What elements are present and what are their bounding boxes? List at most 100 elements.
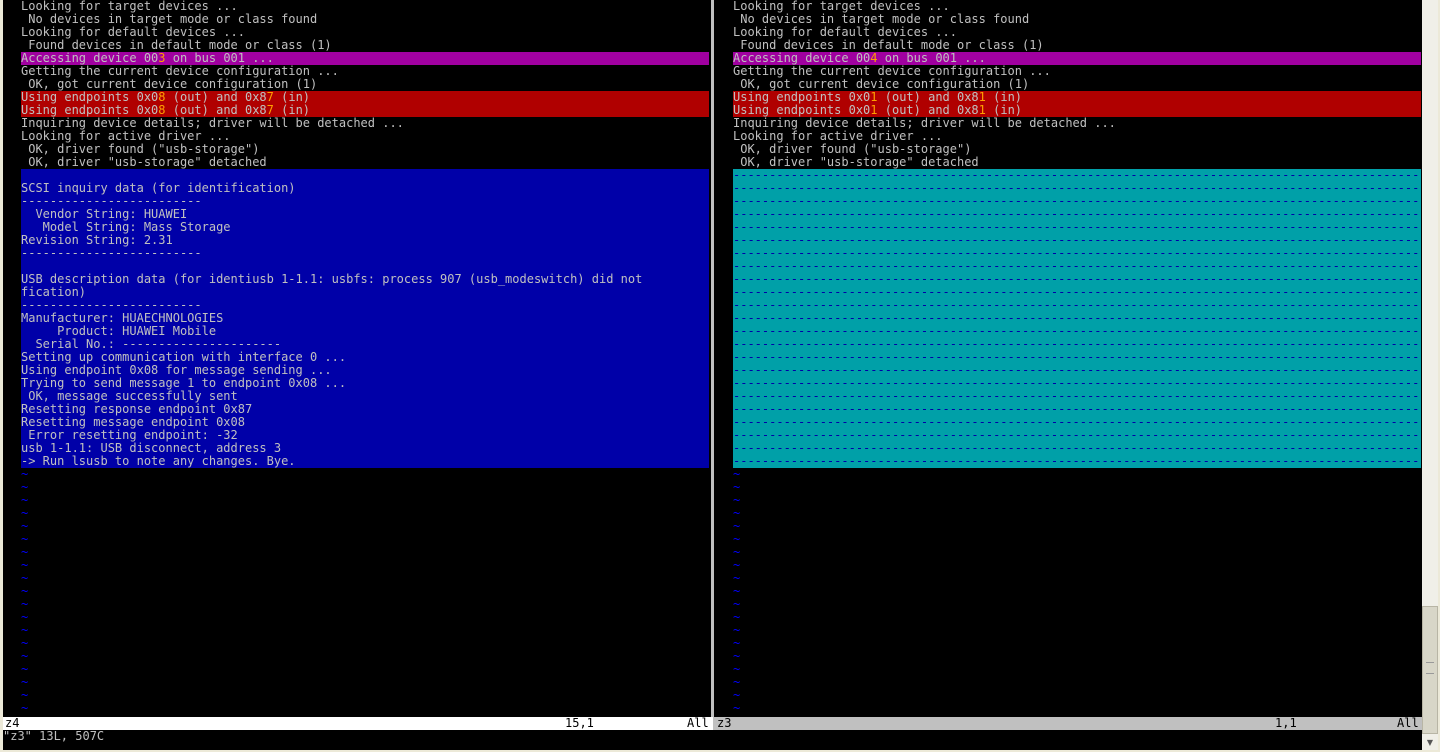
line-text: Error resetting endpoint: -32 [21, 429, 238, 442]
vertical-split-divider[interactable] [709, 0, 715, 717]
text-line[interactable]: USB description data (for identiusb 1-1.… [21, 273, 709, 286]
scroll-down-arrow-icon[interactable]: ▼ [1422, 736, 1438, 750]
text-line[interactable]: Inquiring device details; driver will be… [733, 117, 1421, 130]
line-text: Product: HUAWEI Mobile [21, 325, 217, 338]
vertical-scrollbar[interactable]: ▼ [1422, 0, 1438, 750]
text-line[interactable]: Getting the current device configuration… [21, 65, 709, 78]
right-diff-pane[interactable]: Looking for target devices ... No device… [733, 0, 1421, 717]
line-text: Looking for default devices ... [733, 26, 957, 39]
text-line[interactable]: Looking for active driver ... [21, 130, 709, 143]
empty-line-tilde: ~ [21, 546, 29, 559]
line-text: Getting the current device configuration… [21, 65, 339, 78]
diff-filler-line: ----------------------------------------… [733, 247, 1421, 260]
diff-char: 8 [158, 104, 166, 117]
diff-filler-line: ----------------------------------------… [733, 338, 1421, 351]
empty-line-tilde: ~ [21, 624, 29, 637]
text-line[interactable]: Resetting response endpoint 0x87 [21, 403, 709, 416]
diff-char: 4 [870, 52, 878, 65]
line-text: OK, driver found ("usb-storage") [733, 143, 972, 156]
empty-line-tilde: ~ [733, 598, 741, 611]
diff-filler-line: ----------------------------------------… [733, 364, 1421, 377]
text-line[interactable]: Using endpoint 0x08 for message sending … [21, 364, 709, 377]
line-text: Accessing device 00 [733, 52, 871, 65]
diff-filler-line: ----------------------------------------… [733, 403, 1421, 416]
text-line[interactable]: Setting up communication with interface … [21, 351, 709, 364]
diff-filler-line: ----------------------------------------… [733, 260, 1421, 273]
text-line[interactable]: Accessing device 004 on bus 001 ... [733, 52, 1421, 65]
text-line[interactable]: Looking for default devices ... [733, 26, 1421, 39]
text-line[interactable]: Resetting message endpoint 0x08 [21, 416, 709, 429]
text-line[interactable]: Serial No.: ---------------------- [21, 338, 709, 351]
text-line[interactable]: OK, driver "usb-storage" detached [733, 156, 1421, 169]
text-line[interactable]: Inquiring device details; driver will be… [21, 117, 709, 130]
line-text: usb 1-1.1: USB disconnect, address 3 [21, 442, 282, 455]
command-line[interactable]: "z3" 13L, 507C [3, 730, 1421, 750]
empty-line-tilde: ~ [21, 689, 29, 702]
line-text: Looking for active driver ... [21, 130, 231, 143]
text-line[interactable]: No devices in target mode or class found [733, 13, 1421, 26]
text-line[interactable] [21, 260, 709, 273]
text-line[interactable]: OK, got current device configuration (1) [21, 78, 709, 91]
text-line[interactable]: Manufacturer: HUAECHNOLOGIES [21, 312, 709, 325]
text-line[interactable]: Looking for target devices ... [733, 0, 1421, 13]
diff-char: 7 [266, 104, 274, 117]
text-line[interactable]: Using endpoints 0x08 (out) and 0x87 (in) [21, 104, 709, 117]
line-text: OK, got current device configuration (1) [21, 78, 318, 91]
line-text: OK, got current device configuration (1) [733, 78, 1030, 91]
text-line[interactable] [21, 169, 709, 182]
diff-filler-line: ----------------------------------------… [733, 390, 1421, 403]
text-line[interactable]: Error resetting endpoint: -32 [21, 429, 709, 442]
diff-filler-line: ----------------------------------------… [733, 182, 1421, 195]
diff-filler-line: ----------------------------------------… [733, 195, 1421, 208]
text-line[interactable]: OK, got current device configuration (1) [733, 78, 1421, 91]
text-line[interactable]: Using endpoints 0x01 (out) and 0x81 (in) [733, 91, 1421, 104]
text-line[interactable]: Revision String: 2.31 [21, 234, 709, 247]
empty-line-tilde: ~ [21, 663, 29, 676]
text-line[interactable]: Looking for target devices ... [21, 0, 709, 13]
empty-line-tilde: ~ [733, 702, 741, 715]
text-line[interactable]: Trying to send message 1 to endpoint 0x0… [21, 377, 709, 390]
text-line[interactable]: OK, driver found ("usb-storage") [733, 143, 1421, 156]
text-line[interactable]: Using endpoints 0x01 (out) and 0x81 (in) [733, 104, 1421, 117]
line-text: Looking for default devices ... [21, 26, 245, 39]
diff-char: 1 [978, 91, 986, 104]
line-text: (in) [273, 91, 311, 104]
text-line[interactable]: OK, driver "usb-storage" detached [21, 156, 709, 169]
text-line[interactable]: Model String: Mass Storage [21, 221, 709, 234]
diff-filler-line: ----------------------------------------… [733, 299, 1421, 312]
empty-line-tilde: ~ [21, 650, 29, 663]
text-line[interactable]: OK, driver found ("usb-storage") [21, 143, 709, 156]
text-line[interactable]: Looking for default devices ... [21, 26, 709, 39]
text-line[interactable]: Looking for active driver ... [733, 130, 1421, 143]
text-line[interactable]: usb 1-1.1: USB disconnect, address 3 [21, 442, 709, 455]
text-line[interactable]: OK, message successfully sent [21, 390, 709, 403]
text-line[interactable]: ------------------------- [21, 299, 709, 312]
text-line[interactable]: Product: HUAWEI Mobile [21, 325, 709, 338]
text-line[interactable]: SCSI inquiry data (for identification) [21, 182, 709, 195]
empty-line-tilde: ~ [733, 533, 741, 546]
text-line[interactable]: Accessing device 003 on bus 001 ... [21, 52, 709, 65]
text-line[interactable]: ------------------------- [21, 247, 709, 260]
empty-line-tilde: ~ [733, 520, 741, 533]
text-line[interactable]: Found devices in default mode or class (… [733, 39, 1421, 52]
text-line[interactable]: ------------------------- [21, 195, 709, 208]
diff-char: 1 [870, 91, 878, 104]
empty-line-tilde: ~ [733, 494, 741, 507]
text-line[interactable]: Using endpoints 0x08 (out) and 0x87 (in) [21, 91, 709, 104]
text-line[interactable]: Found devices in default mode or class (… [21, 39, 709, 52]
text-line[interactable]: No devices in target mode or class found [21, 13, 709, 26]
text-line[interactable]: fication) [21, 286, 709, 299]
left-diff-pane[interactable]: Looking for target devices ... No device… [21, 0, 709, 717]
line-text: on bus 001 ... [877, 52, 986, 65]
text-line[interactable]: -> Run lsusb to note any changes. Bye. [21, 455, 709, 468]
line-text: (in) [985, 91, 1023, 104]
empty-line-tilde: ~ [733, 559, 741, 572]
line-text: Looking for target devices ... [733, 0, 950, 13]
diff-filler-line: ----------------------------------------… [733, 273, 1421, 286]
text-line[interactable]: Vendor String: HUAWEI [21, 208, 709, 221]
cursor-position-left: 15,1 [565, 717, 594, 730]
empty-line-tilde: ~ [733, 637, 741, 650]
diff-char: 1 [978, 104, 986, 117]
line-text: Revision String: 2.31 [21, 234, 173, 247]
text-line[interactable]: Getting the current device configuration… [733, 65, 1421, 78]
